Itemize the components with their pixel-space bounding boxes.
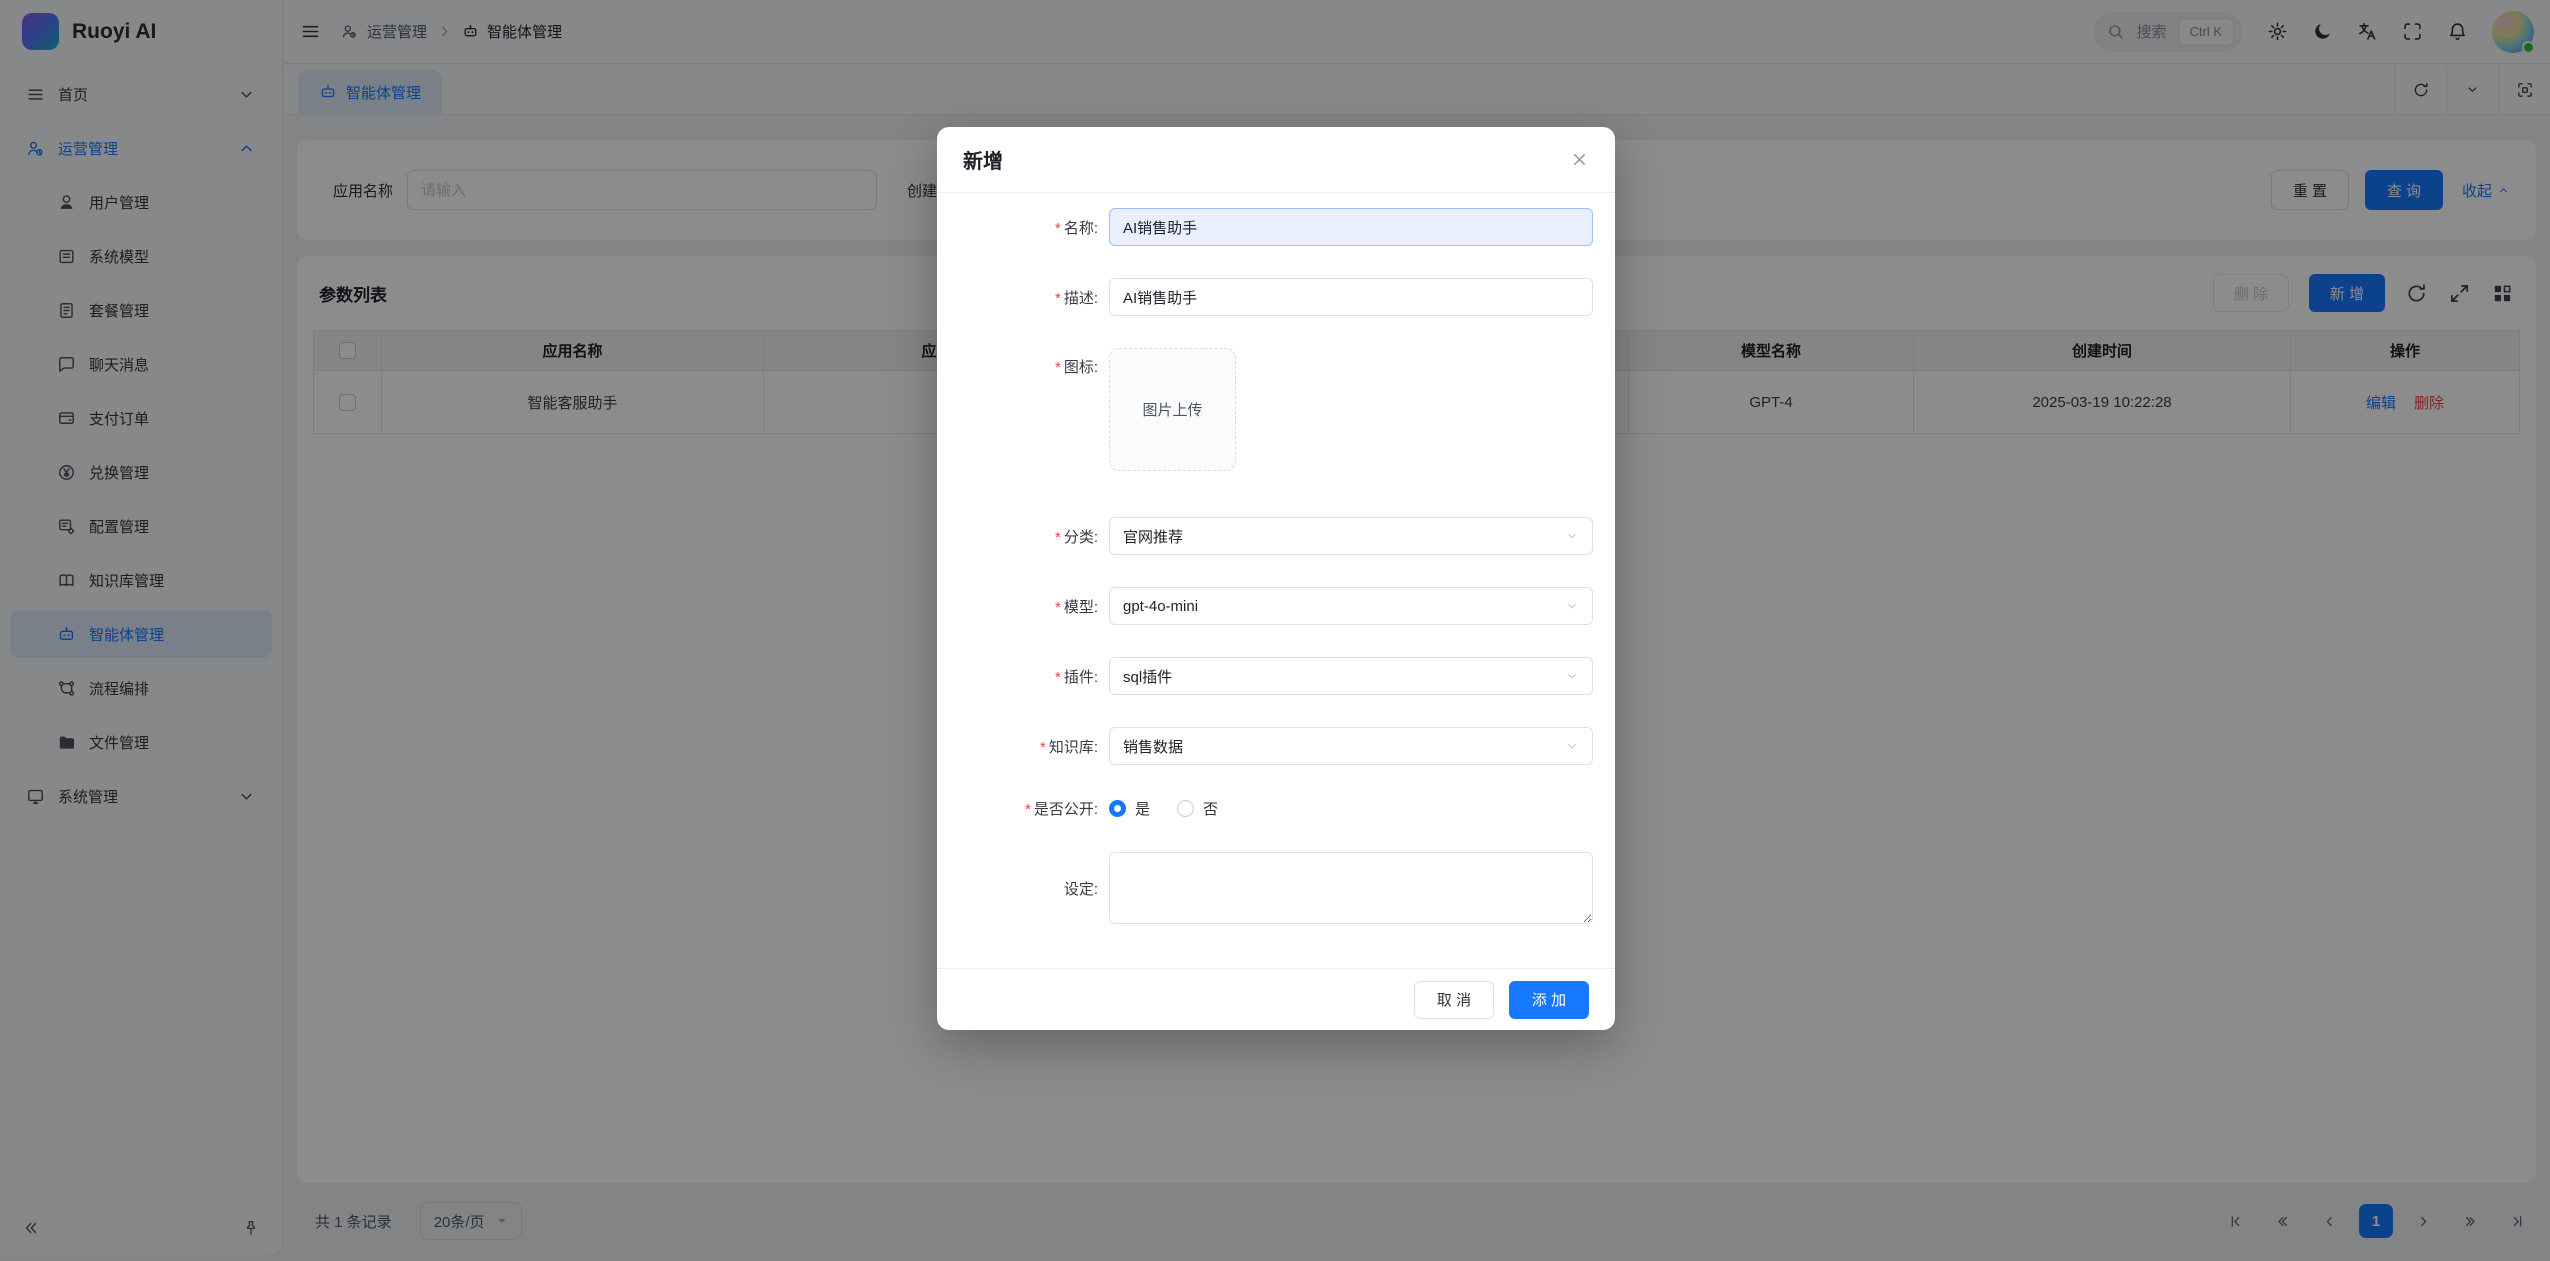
plugin-label: *插件: (937, 666, 1109, 687)
knowledge-base-select[interactable]: 销售数据 (1109, 727, 1593, 765)
required-mark: * (1055, 220, 1061, 237)
category-select[interactable]: 官网推荐 (1109, 517, 1593, 555)
chevron-down-icon (1565, 669, 1579, 683)
public-no-radio[interactable] (1177, 800, 1194, 817)
knowledge-base-field-row: *知识库: 销售数据 (937, 727, 1593, 765)
chevron-down-icon (1565, 739, 1579, 753)
public-yes-radio[interactable] (1109, 800, 1126, 817)
required-mark: * (1055, 529, 1061, 546)
required-mark: * (1055, 359, 1061, 376)
model-label: *模型: (937, 596, 1109, 617)
setting-textarea[interactable] (1109, 852, 1593, 924)
public-no-label: 否 (1203, 798, 1218, 819)
category-field-row: *分类: 官网推荐 (937, 517, 1593, 555)
cancel-button[interactable]: 取 消 (1414, 981, 1494, 1019)
plugin-field-row: *插件: sql插件 (937, 657, 1593, 695)
confirm-add-button[interactable]: 添 加 (1509, 981, 1589, 1019)
description-input[interactable] (1109, 278, 1593, 316)
required-mark: * (1055, 669, 1061, 686)
dialog-footer: 取 消 添 加 (937, 968, 1615, 1030)
required-mark: * (1055, 290, 1061, 307)
icon-label: *图标: (937, 348, 1109, 377)
public-yes-label: 是 (1135, 798, 1150, 819)
required-mark: * (1040, 739, 1046, 756)
name-field-row: *名称: (937, 208, 1593, 246)
chevron-down-icon (1565, 529, 1579, 543)
knowledge-base-label: *知识库: (937, 736, 1109, 757)
setting-field-row: 设定: (937, 852, 1593, 924)
name-input[interactable] (1109, 208, 1593, 246)
category-label: *分类: (937, 526, 1109, 547)
setting-label: 设定: (937, 878, 1109, 899)
dialog-header: 新增 (937, 127, 1615, 193)
image-upload-box[interactable]: 图片上传 (1109, 348, 1236, 471)
add-agent-dialog: 新增 *名称: *描述: *图标: 图片上传 *分类: 官网推荐 *模型: gp… (937, 127, 1615, 1030)
model-select[interactable]: gpt-4o-mini (1109, 587, 1593, 625)
description-field-row: *描述: (937, 278, 1593, 316)
public-label: *是否公开: (937, 798, 1109, 819)
required-mark: * (1025, 801, 1031, 818)
name-label: *名称: (937, 217, 1109, 238)
chevron-down-icon (1565, 599, 1579, 613)
public-field-row: *是否公开: 是 否 (937, 797, 1593, 819)
dialog-title: 新增 (963, 145, 1003, 174)
plugin-select[interactable]: sql插件 (1109, 657, 1593, 695)
close-icon[interactable] (1570, 150, 1589, 169)
dialog-body: *名称: *描述: *图标: 图片上传 *分类: 官网推荐 *模型: gpt-4… (937, 193, 1615, 924)
icon-field-row: *图标: 图片上传 (937, 348, 1593, 471)
model-field-row: *模型: gpt-4o-mini (937, 587, 1593, 625)
required-mark: * (1055, 599, 1061, 616)
description-label: *描述: (937, 287, 1109, 308)
